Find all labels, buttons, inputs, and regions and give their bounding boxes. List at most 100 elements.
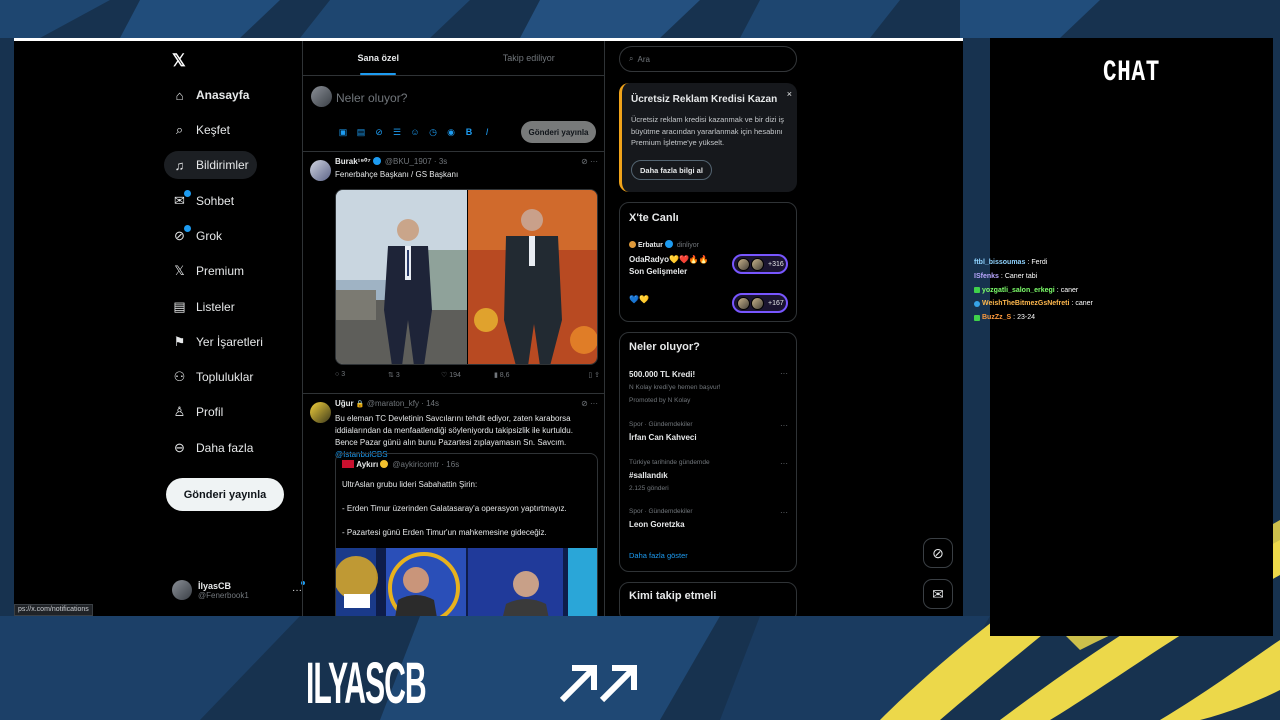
retweet-button[interactable]: ⇅ 3 (388, 371, 441, 379)
chat-username[interactable]: BuzZz_S (982, 314, 1011, 321)
italic-icon[interactable]: I (481, 127, 493, 138)
chat-message: BuzZz_S:23-24 (974, 311, 1274, 325)
quote-line: - Pazartesi günü Erden Timur'un mahkemes… (342, 528, 547, 537)
promo-body: Ücretsiz reklam kredisi kazanmak ve bir … (631, 115, 784, 147)
trend-more-icon[interactable]: ··· (780, 421, 788, 430)
account-switcher[interactable]: İlyasCB @Fenerbook1 ··· (172, 576, 305, 604)
tab-for-you[interactable]: Sana özel (303, 41, 454, 75)
chat-separator: : (1000, 273, 1003, 281)
sidebar-item-0[interactable]: ⌂ Anasayfa (164, 81, 257, 109)
space-title[interactable]: OdaRadyo💛❤️🔥🔥 Son Gelişmeler (629, 254, 709, 278)
quote-image[interactable] (336, 548, 598, 616)
verified-icon (372, 157, 381, 165)
trend-more-icon[interactable]: ··· (780, 508, 788, 517)
trend-name[interactable]: #sallandık (629, 471, 668, 480)
trends-title: Neler oluyor? (629, 341, 700, 353)
tweet-menu-icon[interactable]: ⊘ ··· (581, 157, 598, 166)
x-logo-icon[interactable]: 𝕏 (172, 51, 186, 71)
sidebar-item-5[interactable]: 𝕏 Premium (164, 257, 252, 285)
trend-more-icon[interactable]: ··· (780, 459, 788, 468)
trend-category: Türkiye tarihinde gündemde (629, 459, 710, 466)
bell-icon: ♫ (174, 157, 185, 173)
sidebar-item-1[interactable]: ⌕ Keşfet (164, 116, 238, 144)
tweet-header: Uğur 🔒 @maraton_kfy · 14s ⊘ ··· (335, 399, 598, 408)
trend-more-icon[interactable]: ··· (780, 369, 788, 378)
location-icon[interactable]: ◉ (445, 127, 457, 138)
sidebar-item-9[interactable]: ♙ Profil (164, 398, 231, 426)
trend-name[interactable]: 500.000 TL Kredi! (629, 370, 695, 379)
chat-username[interactable]: ISfenks (974, 273, 999, 280)
chat-username[interactable]: WeishTheBitmezGsNefreti (982, 300, 1069, 307)
tweet-author[interactable]: Burak¹⁹⁰⁷ (335, 157, 371, 166)
sidebar-item-3[interactable]: ✉ Sohbet (164, 187, 242, 215)
status-bar-url: ps://x.com/notifications (14, 604, 93, 616)
schedule-icon[interactable]: ◷ (427, 127, 439, 138)
verified-icon (380, 460, 389, 468)
grok-icon: ⊘ (172, 225, 191, 244)
sidebar-item-4[interactable]: ⊘ Grok (164, 222, 230, 250)
mail-icon[interactable]: ✉ (923, 579, 953, 609)
chat-separator: : (1071, 300, 1074, 308)
compose-post-button[interactable]: Gönderi yayınla (521, 121, 596, 143)
poll-icon[interactable]: ☰ (391, 127, 403, 138)
gif-icon[interactable]: ▤ (355, 127, 367, 138)
chat-messages: ftbl_bissoumas: Ferdi ISfenks: Caner tabi yo… (974, 256, 1274, 324)
chat-text: 23-24 (1017, 314, 1036, 322)
compose-toolbar: ▣ ▤ ⊘ ☰ ☺ ◷ ◉ B I (337, 127, 493, 138)
stream-chat-panel: CHAT (990, 38, 1273, 636)
search-input[interactable]: ⌕ Ara (619, 46, 797, 72)
mail-icon: ✉ (172, 190, 191, 209)
reply-button[interactable]: ○ 3 (335, 371, 388, 379)
quote-author[interactable]: Aykırı (356, 460, 378, 469)
sidebar-item-label: Daha fazla (196, 441, 254, 455)
like-button[interactable]: ♡ 194 (441, 371, 494, 379)
bold-icon[interactable]: B (463, 127, 475, 138)
sidebar-item-label: Grok (196, 229, 223, 243)
close-icon[interactable]: × (787, 89, 792, 99)
quote-header: Aykırı @aykiricomtr · 16s (342, 460, 459, 469)
tweet-menu-icon[interactable]: ⊘ ··· (581, 399, 598, 408)
bookmark-share-icons[interactable]: ▯ ⇪ (547, 371, 600, 379)
more-circle-icon: ⊖ (174, 440, 185, 455)
quoted-tweet[interactable]: Aykırı @aykiricomtr · 16s UltrAslan grub… (335, 453, 598, 616)
sidebar-item-7[interactable]: ⚑ Yer İşaretleri (164, 328, 271, 356)
grok-icon[interactable]: ⊘ (923, 538, 953, 568)
chat-message: WeishTheBitmezGsNefreti: caner (974, 297, 1274, 311)
space-listeners[interactable]: +316 (732, 254, 788, 274)
avatar (310, 402, 331, 423)
sidebar-item-6[interactable]: ▤ Listeler (164, 293, 243, 321)
live-title: X'te Canlı (629, 212, 679, 224)
tweet[interactable]: Uğur 🔒 @maraton_kfy · 14s ⊘ ··· Bu elema… (303, 395, 604, 616)
chat-username[interactable]: ftbl_bissoumas (974, 259, 1025, 266)
sidebar-item-10[interactable]: ⊖ Daha fazla (164, 434, 261, 462)
sidebar-item-2[interactable]: ♫ Bildirimler (164, 151, 257, 179)
chat-text: caner (1075, 300, 1093, 308)
sidebar-item-8[interactable]: ⚇ Topluluklar (164, 363, 261, 391)
tweet[interactable]: Burak¹⁹⁰⁷ @BKU_1907 · 3s ⊘ ··· Fenerbahç… (303, 153, 604, 394)
show-more-link[interactable]: Daha fazla göster (629, 551, 688, 560)
post-button[interactable]: Gönderi yayınla (166, 478, 284, 511)
tweet-author[interactable]: Uğur (335, 399, 354, 408)
live-card: X'te Canlı Erbatur dinliyor OdaRadyo💛❤️🔥… (619, 202, 797, 322)
space-listeners[interactable]: +167 (732, 293, 788, 313)
emoji-icon[interactable]: ☺ (409, 127, 421, 138)
space-title[interactable]: 💙💛 (629, 294, 649, 306)
sub-badge-icon (974, 287, 980, 294)
chat-message: ISfenks: Caner tabi (974, 270, 1274, 284)
chat-username[interactable]: yozgatli_salon_erkegi (982, 287, 1055, 294)
learn-more-button[interactable]: Daha fazla bilgi al (631, 160, 712, 180)
account-handle: @Fenerbook1 (198, 590, 249, 600)
trend-name[interactable]: Leon Goretzka (629, 520, 685, 529)
views-button[interactable]: ▮ 8,6 (494, 371, 547, 379)
compose-input[interactable]: Neler oluyor? (336, 91, 407, 105)
trend-category: Spor · Gündemdekiler (629, 421, 693, 428)
tweet-photo (336, 190, 597, 364)
sidebar-item-label: Sohbet (196, 194, 235, 208)
tweet-image[interactable] (335, 189, 598, 365)
grok-icon[interactable]: ⊘ (373, 127, 385, 138)
right-sidebar: ⌕ Ara Ücretsiz Reklam Kredisi Kazan × Ücr… (619, 41, 799, 616)
image-icon[interactable]: ▣ (337, 127, 349, 138)
more-dots-icon[interactable]: ··· (292, 580, 305, 596)
tab-following[interactable]: Takip ediliyor (454, 41, 605, 75)
trend-name[interactable]: İrfan Can Kahveci (629, 433, 697, 442)
